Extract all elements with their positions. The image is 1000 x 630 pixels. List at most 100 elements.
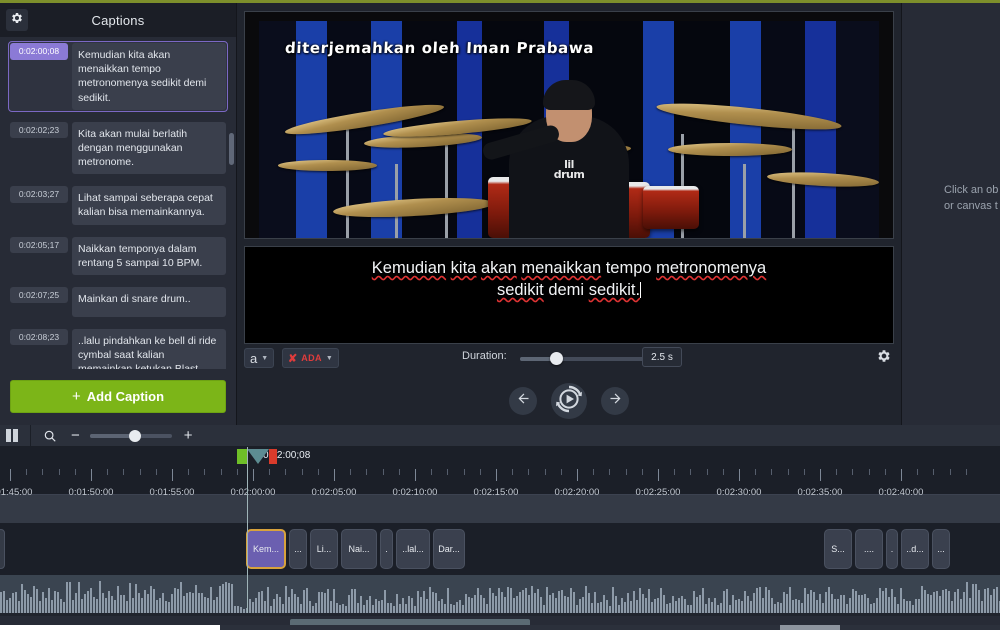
duration-slider-track[interactable] [520, 357, 656, 361]
subtitle-word: menaikkan [521, 259, 602, 277]
waveform-bar [822, 603, 824, 613]
waveform-bar [270, 605, 272, 613]
waveform-bar [729, 605, 731, 613]
ruler-tick-minor [479, 469, 481, 475]
duration-label: Duration: [462, 350, 507, 362]
waveform-bar [264, 600, 266, 613]
caption-row[interactable]: 0:02:08;23 ..lalu pindahkan ke bell di ri… [8, 327, 228, 369]
waveform-bar [339, 605, 341, 613]
caption-clip[interactable]: ... [289, 529, 307, 569]
captions-list-scrollbar[interactable] [229, 133, 234, 165]
cymbal-stand-5 [742, 164, 746, 238]
video-preview[interactable]: lil drum diterjemahkan oleh Iman Prabawa [244, 11, 894, 239]
waveform-bar [378, 601, 380, 613]
caption-clip[interactable]: Dar... [433, 529, 465, 569]
caption-text[interactable]: Mainkan di snare drum.. [72, 286, 226, 317]
out-point-marker[interactable] [269, 449, 277, 464]
track-captions[interactable]: Kem...... Li... Nai.... ..lal... Dar... S....… [0, 523, 1000, 575]
playhead-marker[interactable] [237, 449, 277, 464]
waveform-bar [306, 588, 308, 613]
previous-caption-button[interactable] [509, 387, 537, 415]
ruler-tick-minor [447, 469, 449, 475]
zoom-slider-handle[interactable] [128, 429, 141, 442]
waveform-bar [702, 588, 704, 613]
ruler-tick-minor [107, 469, 109, 475]
zoom-slider-fill [89, 433, 134, 438]
waveform-bar [795, 598, 797, 613]
waveform-bar [498, 587, 500, 613]
playhead-handle[interactable] [247, 449, 269, 464]
audio-waveform [0, 579, 1000, 613]
caption-row[interactable]: 0:02:00;08 Kemudian kita akan menaikkan t… [8, 41, 228, 112]
waveform-bar [39, 601, 41, 613]
track-video[interactable] [0, 495, 1000, 523]
caption-clip[interactable]: . [886, 529, 898, 569]
zoom-slider-track[interactable] [89, 429, 172, 442]
waveform-bar [171, 593, 173, 613]
next-caption-button[interactable] [601, 387, 629, 415]
caption-clip[interactable]: .... [855, 529, 883, 569]
caption-clip[interactable]: S... [824, 529, 852, 569]
clip-partial-left[interactable] [0, 529, 5, 569]
play-replay-button[interactable] [551, 383, 587, 419]
waveform-bar [432, 591, 434, 613]
track-audio[interactable] [0, 575, 1000, 613]
waveform-bar [471, 598, 473, 613]
subtitle-text-content[interactable]: Kemudian kita akan menaikkan tempo metro… [245, 247, 893, 302]
timeline-ruler[interactable]: 0:01:45;000:01:50;000:01:55;000:02:00;00… [0, 447, 1000, 498]
add-caption-button[interactable]: + Add Caption [10, 380, 226, 413]
ruler-tick-major [739, 469, 740, 481]
waveform-bar [411, 597, 413, 613]
waveform-bar [174, 588, 176, 613]
caption-clip[interactable]: ... [932, 529, 950, 569]
timeline-toolbar: − + [0, 424, 1000, 447]
caption-row[interactable]: 0:02:02;23 Kita akan mulai berlatih denga… [8, 120, 228, 177]
waveform-bar [861, 595, 863, 613]
waveform-bar [594, 592, 596, 613]
waveform-bar [516, 596, 518, 613]
waveform-bar [735, 600, 737, 613]
captions-list[interactable]: 0:02:00;08 Kemudian kita akan menaikkan t… [0, 37, 236, 369]
waveform-bar [876, 598, 878, 613]
waveform-bar [336, 602, 338, 613]
in-point-marker[interactable] [237, 449, 247, 464]
waveform-bar [666, 604, 668, 613]
waveform-bar [201, 593, 203, 613]
duration-value[interactable]: 2.5 s [642, 347, 682, 367]
caption-text[interactable]: Kita akan mulai berlatih dengan mengguna… [72, 121, 226, 175]
waveform-bar [72, 600, 74, 613]
waveform-bar [468, 597, 470, 613]
subtitle-settings-button[interactable] [876, 348, 894, 366]
gear-icon [876, 350, 892, 368]
subtitle-text-editor[interactable]: Kemudian kita akan menaikkan tempo metro… [244, 246, 894, 344]
caption-clip[interactable]: ..lal... [396, 529, 430, 569]
caption-row[interactable]: 0:02:05;17 Naikkan temponya dalam rentang… [8, 235, 228, 277]
caption-text[interactable]: Lihat sampai seberapa cepat kalian bisa … [72, 186, 226, 225]
zoom-in-button[interactable]: + [184, 428, 193, 443]
ruler-ticks [0, 469, 1000, 483]
duration-slider-handle[interactable] [550, 352, 563, 365]
ada-compliance-button[interactable]: ✘ ADA ▼ [282, 348, 339, 368]
caption-text[interactable]: ..lalu pindahkan ke bell di ride cymbal … [72, 328, 226, 369]
caption-text[interactable]: Naikkan temponya dalam rentang 5 sampai … [72, 236, 226, 275]
waveform-bar [885, 587, 887, 613]
caption-clip[interactable]: ..d... [901, 529, 929, 569]
caption-row[interactable]: 0:02:07;25 Mainkan di snare drum.. [8, 285, 228, 319]
waveform-bar [828, 586, 830, 613]
caption-text[interactable]: Kemudian kita akan menaikkan tempo metro… [72, 43, 226, 110]
waveform-bar [21, 583, 23, 613]
shirt-logo-line2: drum [553, 168, 585, 182]
ruler-tick-major [253, 469, 254, 481]
waveform-bar [429, 587, 431, 613]
waveform-bar [417, 590, 419, 613]
caption-clip[interactable]: Nai... [341, 529, 377, 569]
caption-row[interactable]: 0:02:03;27 Lihat sampai seberapa cepat ka… [8, 184, 228, 226]
caption-clip[interactable]: Li... [310, 529, 338, 569]
zoom-out-button[interactable]: − [71, 428, 80, 443]
waveform-bar [372, 604, 374, 613]
caption-clip[interactable]: Kem... [246, 529, 286, 569]
font-style-button[interactable]: a ▼ [244, 348, 275, 368]
zoom-search-icon[interactable] [43, 429, 57, 443]
split-clip-button[interactable] [6, 429, 22, 442]
caption-clip[interactable]: . [380, 529, 393, 569]
